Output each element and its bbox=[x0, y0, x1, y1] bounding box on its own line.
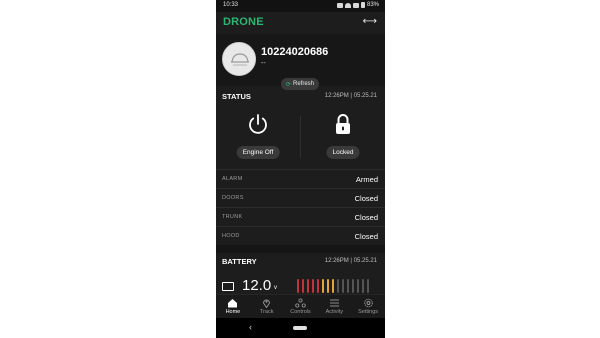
row-label: TRUNK bbox=[222, 214, 243, 220]
status-row-alarm: ALARM Armed bbox=[216, 169, 385, 188]
battery-level-segment bbox=[357, 279, 359, 293]
lock-control[interactable]: Locked bbox=[301, 112, 385, 164]
battery-level-segment bbox=[307, 279, 309, 293]
battery-level-segment bbox=[317, 279, 319, 293]
battery-level-segment bbox=[347, 279, 349, 293]
tab-controls[interactable]: Controls bbox=[284, 295, 318, 318]
phone-screen: 10:33 83% DRONE ⟷ 10224020686 -- ⟳ Refre… bbox=[216, 0, 385, 338]
wifi-icon bbox=[344, 2, 351, 8]
status-title: STATUS bbox=[222, 92, 251, 101]
status-timestamp: 12:26PM | 05.25.21 bbox=[324, 93, 377, 99]
status-time: 10:33 bbox=[223, 2, 239, 8]
row-label: HOOD bbox=[222, 233, 240, 239]
battery-title: BATTERY bbox=[222, 257, 257, 266]
battery-level-bars bbox=[297, 279, 369, 293]
battery-level-segment bbox=[337, 279, 339, 293]
engine-control[interactable]: Engine Off bbox=[216, 112, 300, 164]
row-value: Closed bbox=[354, 232, 378, 241]
app-logo: DRONE bbox=[223, 16, 264, 28]
row-value: Armed bbox=[355, 175, 378, 184]
vehicle-avatar bbox=[222, 42, 256, 76]
home-icon bbox=[228, 299, 238, 308]
battery-level-segment bbox=[327, 279, 329, 293]
battery-timestamp: 12:26PM | 05.25.21 bbox=[324, 258, 377, 264]
tab-label: Activity bbox=[325, 309, 343, 315]
tab-label: Settings bbox=[358, 309, 379, 315]
battery-status-icon bbox=[360, 2, 365, 8]
section-separator bbox=[216, 245, 385, 253]
tab-home[interactable]: Home bbox=[216, 295, 250, 318]
battery-level-segment bbox=[302, 279, 304, 293]
tab-label: Track bbox=[259, 309, 274, 315]
row-label: ALARM bbox=[222, 176, 243, 182]
home-pill-button[interactable] bbox=[293, 326, 307, 330]
battery-level-segment bbox=[312, 279, 314, 293]
battery-icon bbox=[222, 282, 234, 291]
engine-status-pill: Engine Off bbox=[236, 146, 280, 159]
battery-readout: 12.0 v bbox=[216, 276, 385, 296]
notification-icon bbox=[336, 2, 343, 8]
battery-level-segment bbox=[362, 279, 364, 293]
system-nav-bar: ‹ bbox=[216, 318, 385, 338]
back-icon[interactable]: ‹ bbox=[249, 322, 252, 332]
gear-icon bbox=[363, 298, 373, 308]
refresh-icon: ⟳ bbox=[285, 81, 291, 88]
tab-activity[interactable]: Activity bbox=[317, 295, 351, 318]
refresh-button[interactable]: ⟳ Refresh bbox=[281, 78, 319, 90]
signal-icon bbox=[352, 2, 359, 8]
battery-level-segment bbox=[332, 279, 334, 293]
battery-level-segment bbox=[322, 279, 324, 293]
app-bar: DRONE ⟷ bbox=[216, 12, 385, 34]
lock-status-pill: Locked bbox=[326, 146, 360, 159]
tab-label: Home bbox=[225, 309, 241, 315]
lock-icon bbox=[336, 114, 350, 134]
status-row-hood: HOOD Closed bbox=[216, 226, 385, 245]
vehicle-subtitle: -- bbox=[261, 60, 266, 67]
battery-level-segment bbox=[342, 279, 344, 293]
swap-arrows-icon[interactable]: ⟷ bbox=[363, 16, 377, 27]
battery-unit: v bbox=[274, 285, 277, 291]
list-icon bbox=[329, 299, 339, 307]
tab-label: Controls bbox=[290, 309, 311, 315]
car-icon bbox=[231, 53, 249, 66]
battery-level-segment bbox=[352, 279, 354, 293]
controls-icon bbox=[295, 298, 306, 308]
vehicle-id: 10224020686 bbox=[261, 46, 329, 58]
battery-level-segment bbox=[367, 279, 369, 293]
status-section-header: STATUS 12:26PM | 05.25.21 bbox=[216, 90, 385, 104]
tab-track[interactable]: Track bbox=[250, 295, 284, 318]
power-icon bbox=[249, 114, 267, 134]
battery-section-header: BATTERY 12:26PM | 05.25.21 bbox=[216, 255, 385, 269]
refresh-label: Refresh bbox=[293, 81, 315, 87]
row-value: Closed bbox=[354, 213, 378, 222]
status-row-trunk: TRUNK Closed bbox=[216, 207, 385, 226]
tab-settings[interactable]: Settings bbox=[351, 295, 385, 318]
battery-percent: 83% bbox=[366, 2, 379, 8]
status-bar: 10:33 83% bbox=[216, 0, 385, 12]
status-icons: 83% bbox=[336, 2, 379, 8]
battery-voltage: 12.0 bbox=[242, 277, 272, 294]
row-label: DOORS bbox=[222, 195, 244, 201]
status-row-doors: DOORS Closed bbox=[216, 188, 385, 207]
row-value: Closed bbox=[354, 194, 378, 203]
map-pin-icon bbox=[263, 299, 271, 308]
bottom-tab-bar: Home Track Controls Activity Settings bbox=[216, 294, 385, 318]
battery-level-segment bbox=[297, 279, 299, 293]
